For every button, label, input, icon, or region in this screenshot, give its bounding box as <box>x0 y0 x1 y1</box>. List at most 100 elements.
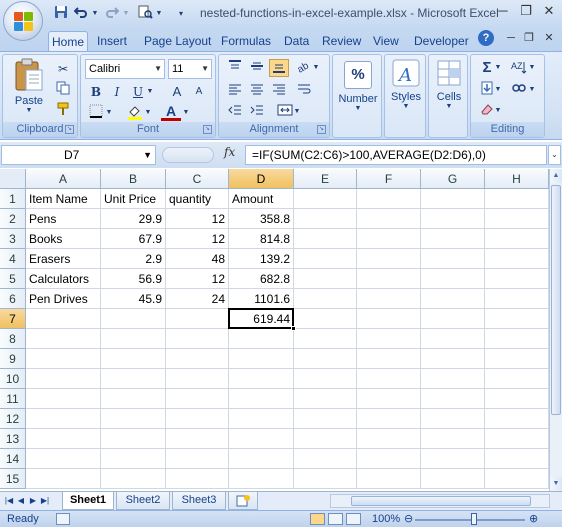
fill-color-dropdown-icon[interactable]: ▼ <box>143 104 153 122</box>
cell-f12[interactable] <box>357 409 421 429</box>
cell-a10[interactable] <box>26 369 101 389</box>
cell-c8[interactable] <box>166 329 229 349</box>
cell-d15[interactable] <box>229 469 294 489</box>
align-center-icon[interactable] <box>247 82 267 100</box>
cell-g15[interactable] <box>421 469 485 489</box>
redo-icon[interactable] <box>103 5 121 22</box>
cell-c9[interactable] <box>166 349 229 369</box>
cell-e13[interactable] <box>294 429 357 449</box>
cell-d3[interactable]: 814.8 <box>229 229 294 249</box>
cell-d5[interactable]: 682.8 <box>229 269 294 289</box>
paste-dropdown-icon[interactable]: ▼ <box>7 107 51 114</box>
increase-indent-icon[interactable] <box>247 103 267 121</box>
format-painter-icon[interactable] <box>53 102 73 120</box>
scroll-up-icon[interactable]: ▲ <box>550 169 562 183</box>
cell-g2[interactable] <box>421 209 485 229</box>
cell-d12[interactable] <box>229 409 294 429</box>
page-break-view-icon[interactable] <box>346 513 361 525</box>
tab-home[interactable]: Home <box>48 31 88 51</box>
undo-icon[interactable] <box>72 5 90 22</box>
cell-f10[interactable] <box>357 369 421 389</box>
font-name-dropdown-icon[interactable]: ▼ <box>154 60 162 78</box>
insert-sheet-icon[interactable] <box>228 492 258 510</box>
font-size-dropdown-icon[interactable]: ▼ <box>201 60 209 78</box>
horizontal-scrollbar[interactable] <box>330 494 550 508</box>
save-icon[interactable] <box>52 5 70 22</box>
row-header-10[interactable]: 10 <box>0 369 26 389</box>
cell-h9[interactable] <box>485 349 549 369</box>
cell-d14[interactable] <box>229 449 294 469</box>
column-header-d[interactable]: D <box>229 169 294 189</box>
row-header-1[interactable]: 1 <box>0 189 26 209</box>
row-header-13[interactable]: 13 <box>0 429 26 449</box>
name-box-dropdown-icon[interactable]: ▼ <box>143 146 152 164</box>
cell-g10[interactable] <box>421 369 485 389</box>
print-preview-icon[interactable] <box>136 5 154 22</box>
cell-c2[interactable]: 12 <box>166 209 229 229</box>
row-header-2[interactable]: 2 <box>0 209 26 229</box>
cell-b6[interactable]: 45.9 <box>101 289 166 309</box>
row-header-14[interactable]: 14 <box>0 449 26 469</box>
page-layout-view-icon[interactable] <box>328 513 343 525</box>
cell-g3[interactable] <box>421 229 485 249</box>
tab-insert[interactable]: Insert <box>97 31 127 51</box>
cell-f13[interactable] <box>357 429 421 449</box>
tab-page-layout[interactable]: Page Layout <box>144 31 211 51</box>
orientation-dropdown-icon[interactable]: ▼ <box>311 59 321 77</box>
cell-h6[interactable] <box>485 289 549 309</box>
cell-c12[interactable] <box>166 409 229 429</box>
cell-d2[interactable]: 358.8 <box>229 209 294 229</box>
insert-function-button[interactable]: fx <box>224 145 235 159</box>
cell-g6[interactable] <box>421 289 485 309</box>
cell-f6[interactable] <box>357 289 421 309</box>
cell-b4[interactable]: 2.9 <box>101 249 166 269</box>
cell-b3[interactable]: 67.9 <box>101 229 166 249</box>
font-launcher-icon[interactable]: ↘ <box>203 125 212 134</box>
cell-c6[interactable]: 24 <box>166 289 229 309</box>
vertical-scroll-thumb[interactable] <box>551 185 561 415</box>
cell-e10[interactable] <box>294 369 357 389</box>
cell-g12[interactable] <box>421 409 485 429</box>
cell-f1[interactable] <box>357 189 421 209</box>
bold-button[interactable]: B <box>86 83 106 101</box>
cell-g8[interactable] <box>421 329 485 349</box>
cell-b7[interactable] <box>101 309 166 329</box>
cell-e14[interactable] <box>294 449 357 469</box>
scroll-down-icon[interactable]: ▼ <box>550 477 562 491</box>
row-header-11[interactable]: 11 <box>0 389 26 409</box>
undo-dropdown-icon[interactable]: ▼ <box>90 5 100 22</box>
middle-align-icon[interactable] <box>247 59 267 77</box>
cell-h10[interactable] <box>485 369 549 389</box>
cell-a3[interactable]: Books <box>26 229 101 249</box>
tab-view[interactable]: View <box>373 31 399 51</box>
cell-h4[interactable] <box>485 249 549 269</box>
last-sheet-icon[interactable]: ▶| <box>40 495 50 507</box>
font-size-combo[interactable]: 11 ▼ <box>168 59 212 79</box>
cell-b15[interactable] <box>101 469 166 489</box>
merge-dropdown-icon[interactable]: ▼ <box>292 103 302 121</box>
cell-b1[interactable]: Unit Price <box>101 189 166 209</box>
zoom-slider[interactable] <box>415 519 525 521</box>
cell-a15[interactable] <box>26 469 101 489</box>
row-header-5[interactable]: 5 <box>0 269 26 289</box>
cell-a8[interactable] <box>26 329 101 349</box>
cell-a11[interactable] <box>26 389 101 409</box>
zoom-level[interactable]: 100% <box>372 513 400 525</box>
normal-view-icon[interactable] <box>310 513 325 525</box>
row-header-3[interactable]: 3 <box>0 229 26 249</box>
cell-h13[interactable] <box>485 429 549 449</box>
font-color-button[interactable]: A <box>161 102 181 121</box>
cell-d9[interactable] <box>229 349 294 369</box>
cell-a4[interactable]: Erasers <box>26 249 101 269</box>
decrease-indent-icon[interactable] <box>225 103 245 121</box>
cell-e5[interactable] <box>294 269 357 289</box>
prev-sheet-icon[interactable]: ◀ <box>16 495 26 507</box>
borders-icon[interactable] <box>86 104 106 122</box>
tab-developer[interactable]: Developer <box>414 31 469 51</box>
alignment-launcher-icon[interactable]: ↘ <box>317 125 326 134</box>
tab-review[interactable]: Review <box>322 31 361 51</box>
cell-a9[interactable] <box>26 349 101 369</box>
cell-d1[interactable]: Amount <box>229 189 294 209</box>
column-header-h[interactable]: H <box>485 169 549 189</box>
cell-h11[interactable] <box>485 389 549 409</box>
